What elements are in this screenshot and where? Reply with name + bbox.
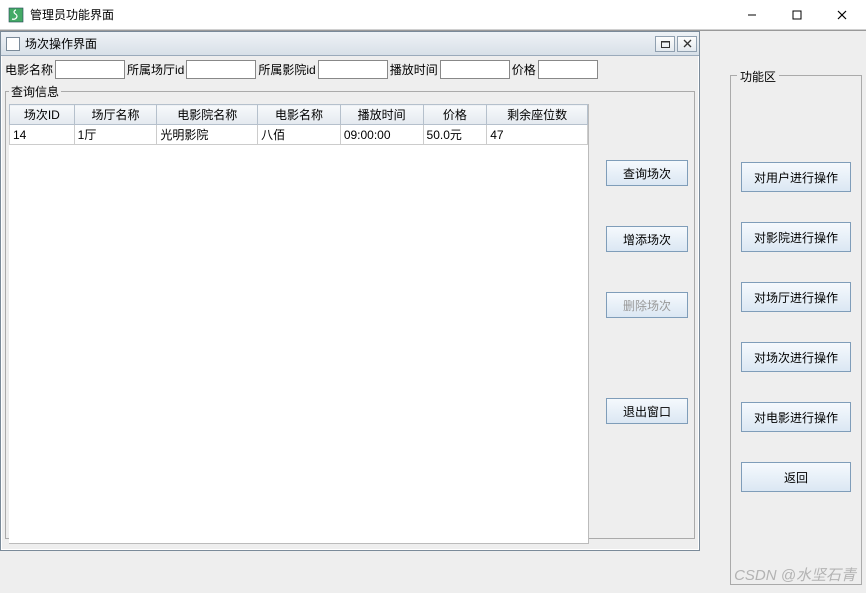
manage-users-button[interactable]: 对用户进行操作 bbox=[741, 162, 851, 192]
back-button[interactable]: 返回 bbox=[741, 462, 851, 492]
internal-frame-titlebar[interactable]: 场次操作界面 bbox=[1, 32, 699, 56]
query-session-button[interactable]: 查询场次 bbox=[606, 160, 688, 186]
desktop-pane: 场次操作界面 电影名称 所属场厅id 所属影院id 播放时间 bbox=[0, 31, 726, 593]
java-app-icon bbox=[8, 7, 24, 23]
manage-cinemas-button[interactable]: 对影院进行操作 bbox=[741, 222, 851, 252]
col-hall-name[interactable]: 场厅名称 bbox=[74, 105, 157, 125]
exit-window-button[interactable]: 退出窗口 bbox=[606, 398, 688, 424]
col-price[interactable]: 价格 bbox=[423, 105, 487, 125]
table-row[interactable]: 14 1厅 光明影院 八佰 09:00:00 50.0元 47 bbox=[10, 125, 588, 145]
session-internal-frame: 场次操作界面 电影名称 所属场厅id 所属影院id 播放时间 bbox=[0, 31, 700, 551]
price-label: 价格 bbox=[512, 61, 536, 78]
movie-name-label: 电影名称 bbox=[5, 61, 53, 78]
query-fieldset-legend: 查询信息 bbox=[9, 83, 61, 100]
add-session-button[interactable]: 增添场次 bbox=[606, 226, 688, 252]
cell-play-time: 09:00:00 bbox=[340, 125, 423, 145]
window-close-button[interactable] bbox=[819, 0, 864, 29]
manage-movies-button[interactable]: 对电影进行操作 bbox=[741, 402, 851, 432]
cell-remain-seats: 47 bbox=[487, 125, 588, 145]
minimize-icon bbox=[747, 10, 757, 20]
movie-name-input[interactable] bbox=[55, 60, 125, 79]
table-header-row: 场次ID 场厅名称 电影院名称 电影名称 播放时间 价格 剩余座位数 bbox=[10, 105, 588, 125]
cinema-id-input[interactable] bbox=[318, 60, 388, 79]
internal-frame-maximize-button[interactable] bbox=[655, 36, 675, 52]
internal-frame-close-button[interactable] bbox=[677, 36, 697, 52]
play-time-input[interactable] bbox=[440, 60, 510, 79]
col-cinema-name[interactable]: 电影院名称 bbox=[157, 105, 258, 125]
internal-frame-icon bbox=[6, 37, 20, 51]
close-icon bbox=[683, 39, 692, 48]
play-time-label: 播放时间 bbox=[390, 61, 438, 78]
col-play-time[interactable]: 播放时间 bbox=[340, 105, 423, 125]
cell-cinema-name: 光明影院 bbox=[157, 125, 258, 145]
col-remain-seats[interactable]: 剩余座位数 bbox=[487, 105, 588, 125]
function-legend: 功能区 bbox=[737, 68, 779, 85]
col-session-id[interactable]: 场次ID bbox=[10, 105, 75, 125]
cell-movie-name: 八佰 bbox=[258, 125, 341, 145]
col-movie-name[interactable]: 电影名称 bbox=[258, 105, 341, 125]
window-title: 管理员功能界面 bbox=[30, 6, 729, 23]
cinema-id-label: 所属影院id bbox=[258, 61, 315, 78]
maximize-icon bbox=[661, 39, 670, 48]
maximize-icon bbox=[792, 10, 802, 20]
cell-price: 50.0元 bbox=[423, 125, 487, 145]
filter-row: 电影名称 所属场厅id 所属影院id 播放时间 价格 bbox=[5, 58, 695, 80]
window-maximize-button[interactable] bbox=[774, 0, 819, 29]
delete-session-button[interactable]: 删除场次 bbox=[606, 292, 688, 318]
manage-sessions-button[interactable]: 对场次进行操作 bbox=[741, 342, 851, 372]
cell-session-id: 14 bbox=[10, 125, 75, 145]
manage-halls-button[interactable]: 对场厅进行操作 bbox=[741, 282, 851, 312]
hall-id-label: 所属场厅id bbox=[127, 61, 184, 78]
query-fieldset: 查询信息 场次ID 场厅名称 电影院名称 电影名称 播放时间 价格 剩余座位数 bbox=[5, 83, 695, 539]
close-icon bbox=[837, 10, 847, 20]
cell-hall-name: 1厅 bbox=[74, 125, 157, 145]
window-titlebar: 管理员功能界面 bbox=[0, 0, 866, 30]
hall-id-input[interactable] bbox=[186, 60, 256, 79]
price-input[interactable] bbox=[538, 60, 598, 79]
internal-frame-title: 场次操作界面 bbox=[25, 35, 653, 52]
function-panel: 功能区 对用户进行操作 对影院进行操作 对场厅进行操作 对场次进行操作 对电影进… bbox=[726, 31, 866, 593]
session-table[interactable]: 场次ID 场厅名称 电影院名称 电影名称 播放时间 价格 剩余座位数 14 1厅 bbox=[9, 104, 589, 544]
window-minimize-button[interactable] bbox=[729, 0, 774, 29]
